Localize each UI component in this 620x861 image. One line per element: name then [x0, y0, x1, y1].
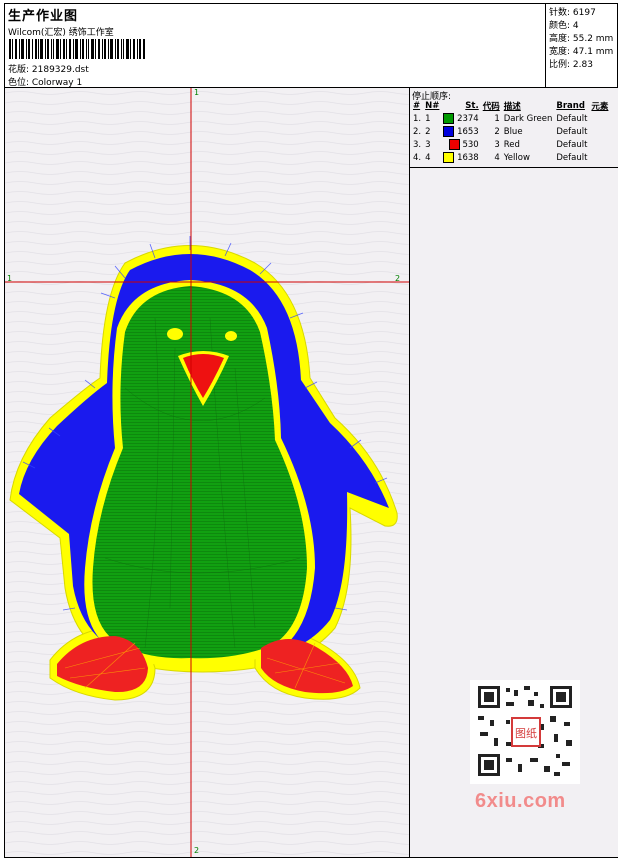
- color-swatch: [448, 139, 460, 150]
- col-hash: #: [413, 101, 421, 111]
- design-scale: 比例: 2.83: [549, 60, 593, 70]
- thread-table: # N# St. 代码 描述 Brand 元素 1. 1 2374 1 Dark…: [411, 100, 610, 164]
- axis-label-right: 2: [395, 274, 401, 283]
- row-element: [589, 125, 610, 138]
- row-stitches: 2374: [457, 114, 479, 124]
- color-swatch: [443, 152, 455, 163]
- axis-label-left: 1: [7, 274, 13, 283]
- watermark-text: 6xiu.com: [475, 790, 566, 812]
- row-code: 3: [494, 139, 500, 150]
- row-brand: Default: [556, 152, 588, 163]
- row-code: 4: [494, 152, 500, 163]
- embroidery-canvas: 1 2 1 2: [5, 88, 409, 857]
- row-desc: Dark Green: [503, 113, 553, 124]
- design-width: 宽度: 47.1 mm: [549, 47, 614, 57]
- panel-divider: [410, 167, 618, 168]
- axis-label-bottom: 2: [194, 846, 200, 855]
- color-swatch: [443, 113, 455, 124]
- color-count: 颜色: 4: [549, 21, 579, 31]
- row-stitches: 1653: [457, 127, 479, 137]
- col-code: 代码: [482, 102, 500, 112]
- row-n: 1: [425, 113, 431, 124]
- row-element: [589, 138, 610, 151]
- table-row: 3. 3 530 3 Red Default: [411, 138, 610, 151]
- design-file-label: 花版: 2189329.dst: [8, 65, 89, 75]
- row-brand: Default: [556, 126, 588, 137]
- row-num: 1.: [413, 113, 422, 124]
- svg-text:图纸: 图纸: [515, 727, 537, 740]
- row-code: 1: [494, 113, 500, 124]
- row-brand: Default: [556, 113, 588, 124]
- axis-label-top: 1: [194, 88, 200, 97]
- row-desc: Red: [503, 139, 520, 150]
- col-stitches: St.: [465, 101, 479, 111]
- row-num: 4.: [413, 152, 422, 163]
- col-element: 元素: [591, 102, 609, 112]
- row-desc: Blue: [503, 126, 523, 137]
- stats-box: 针数: 6197 颜色: 4 高度: 55.2 mm 宽度: 47.1 mm 比…: [545, 3, 618, 87]
- col-desc: 描述: [503, 102, 521, 112]
- col-n: N#: [425, 101, 440, 111]
- color-swatch: [443, 126, 455, 137]
- qr-code: 图纸: [470, 680, 580, 784]
- header-info: 生产作业图 Wilcom(汇宏) 绣饰工作室 花版: 2189329.dst 色…: [5, 5, 545, 88]
- thread-table-header: # N# St. 代码 描述 Brand 元素: [411, 100, 610, 112]
- barcode: [9, 39, 145, 59]
- table-row: 4. 4 1638 4 Yellow Default: [411, 151, 610, 164]
- row-stitches: 530: [462, 140, 479, 150]
- row-num: 2.: [413, 126, 422, 137]
- row-element: [589, 112, 610, 125]
- right-eye: [225, 331, 237, 341]
- row-code: 2: [494, 126, 500, 137]
- row-n: 2: [425, 126, 431, 137]
- table-row: 2. 2 1653 2 Blue Default: [411, 125, 610, 138]
- table-row: 1. 1 2374 1 Dark Green Default: [411, 112, 610, 125]
- stitch-count: 针数: 6197: [549, 8, 596, 18]
- col-brand: Brand: [556, 101, 585, 111]
- row-num: 3.: [413, 139, 422, 150]
- company-name: Wilcom(汇宏) 绣饰工作室: [8, 28, 114, 38]
- row-desc: Yellow: [503, 152, 530, 163]
- row-stitches: 1638: [457, 153, 479, 163]
- page-title: 生产作业图: [8, 9, 79, 24]
- row-n: 3: [425, 139, 431, 150]
- row-element: [589, 151, 610, 164]
- left-eye: [167, 328, 183, 340]
- design-height: 高度: 55.2 mm: [549, 34, 614, 44]
- row-n: 4: [425, 152, 431, 163]
- penguin-embroidery: [5, 88, 409, 857]
- row-brand: Default: [556, 139, 588, 150]
